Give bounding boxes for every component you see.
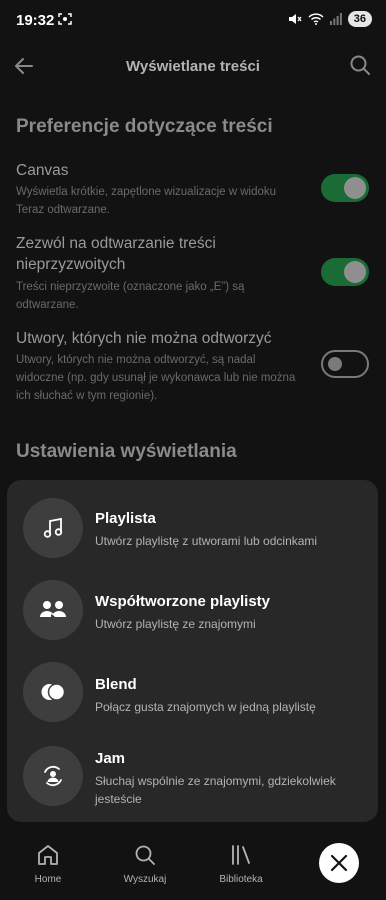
option-jam-button[interactable] <box>23 746 83 806</box>
option-collab-button[interactable] <box>23 580 83 640</box>
nav-library-label: Biblioteka <box>219 874 263 885</box>
nav-library[interactable]: Biblioteka <box>206 843 276 885</box>
setting-title-canvas: Canvas <box>16 162 69 179</box>
setting-desc-canvas: Wyświetla krótkie, zapętlone wizualizacj… <box>16 186 277 216</box>
nav-home-label: Home <box>34 874 62 885</box>
search-icon[interactable] <box>348 53 372 77</box>
toggle-knob <box>328 357 342 371</box>
jam-icon <box>44 765 62 787</box>
section-title-content-prefs: Preferencje dotyczące treści <box>16 116 273 137</box>
status-bar: 19:32 36 <box>0 0 386 40</box>
section-title-display-settings: Ustawienia wyświetlania <box>16 441 237 462</box>
setting-desc-explicit: Treści nieprzyzwoite (oznaczone jako „E”… <box>16 281 245 311</box>
collaborators-icon <box>40 601 66 619</box>
signal-icon <box>329 13 342 25</box>
canvas-toggle[interactable] <box>321 174 369 202</box>
option-jam-desc: Słuchaj wspólnie ze znajomymi, gdziekolw… <box>95 774 336 806</box>
option-playlist-button[interactable] <box>23 498 83 558</box>
status-time: 19:32 <box>16 12 55 29</box>
close-button[interactable] <box>319 843 359 883</box>
home-icon <box>38 845 58 865</box>
option-playlist-desc: Utwórz playlistę z utworami lub odcinkam… <box>95 534 318 548</box>
setting-desc-unplayable: Utwory, których nie można odtworzyć, są … <box>16 354 296 402</box>
option-jam-title[interactable]: Jam <box>95 750 125 767</box>
mute-icon <box>288 14 302 24</box>
wifi-icon <box>308 13 324 25</box>
status-right: 36 <box>288 11 372 27</box>
option-blend-button[interactable] <box>23 662 83 722</box>
option-blend-title[interactable]: Blend <box>95 676 137 693</box>
nav-search[interactable]: Wyszukaj <box>110 843 180 885</box>
toggle-knob <box>344 177 366 199</box>
screen-record-icon <box>58 13 72 25</box>
option-collab-title[interactable]: Współtworzone playlisty <box>95 593 270 610</box>
explicit-content-toggle[interactable] <box>321 258 369 286</box>
setting-title-unplayable: Utwory, których nie można odtworzyć <box>16 330 272 347</box>
option-blend-desc: Połącz gusta znajomych w jedną playlistę <box>95 700 316 714</box>
option-collab-desc: Utwórz playlistę ze znajomymi <box>95 617 256 631</box>
setting-title-explicit: Zezwól na odtwarzanie treści nieprzyzwoi… <box>16 235 216 273</box>
toggle-knob <box>344 261 366 283</box>
nav-search-label: Wyszukaj <box>123 874 167 885</box>
library-icon <box>232 845 250 865</box>
page-title: Wyświetlane treści <box>126 58 260 75</box>
search-icon <box>135 845 155 865</box>
unplayable-tracks-toggle[interactable] <box>321 350 369 378</box>
music-note-icon <box>43 517 63 538</box>
battery-badge: 36 <box>347 11 372 27</box>
option-playlist-title[interactable]: Playlista <box>95 510 156 527</box>
close-icon <box>330 854 348 872</box>
blend-icon <box>41 683 66 701</box>
nav-home[interactable]: Home <box>13 843 83 885</box>
